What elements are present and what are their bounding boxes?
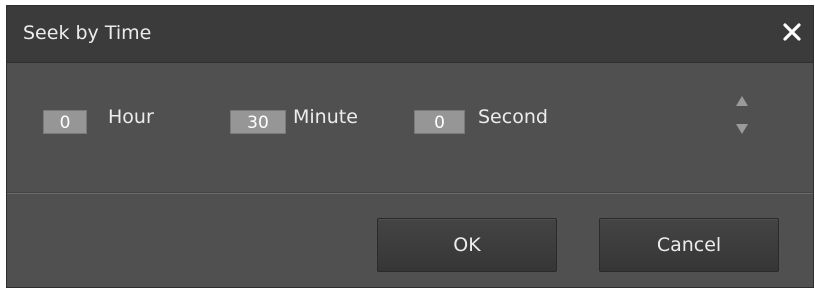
spin-down-button[interactable] (735, 123, 749, 135)
second-input[interactable]: 0 (414, 110, 465, 134)
spin-up-button[interactable] (735, 95, 749, 107)
hour-label: Hour (108, 106, 154, 128)
seek-by-time-dialog: Seek by Time 0 Hour 30 Minute 0 Second O… (6, 5, 814, 288)
dialog-titlebar: Seek by Time (7, 6, 813, 63)
minute-label: Minute (293, 106, 358, 128)
close-button[interactable] (781, 21, 803, 43)
cancel-button[interactable]: Cancel (599, 218, 779, 272)
footer-divider (7, 192, 813, 194)
hour-input[interactable]: 0 (43, 110, 87, 134)
close-icon (783, 23, 801, 41)
dialog-title: Seek by Time (23, 22, 152, 44)
triangle-up-icon (736, 96, 748, 106)
minute-input[interactable]: 30 (230, 110, 286, 134)
triangle-down-icon (736, 124, 748, 134)
second-label: Second (478, 106, 548, 128)
ok-button[interactable]: OK (377, 218, 557, 272)
